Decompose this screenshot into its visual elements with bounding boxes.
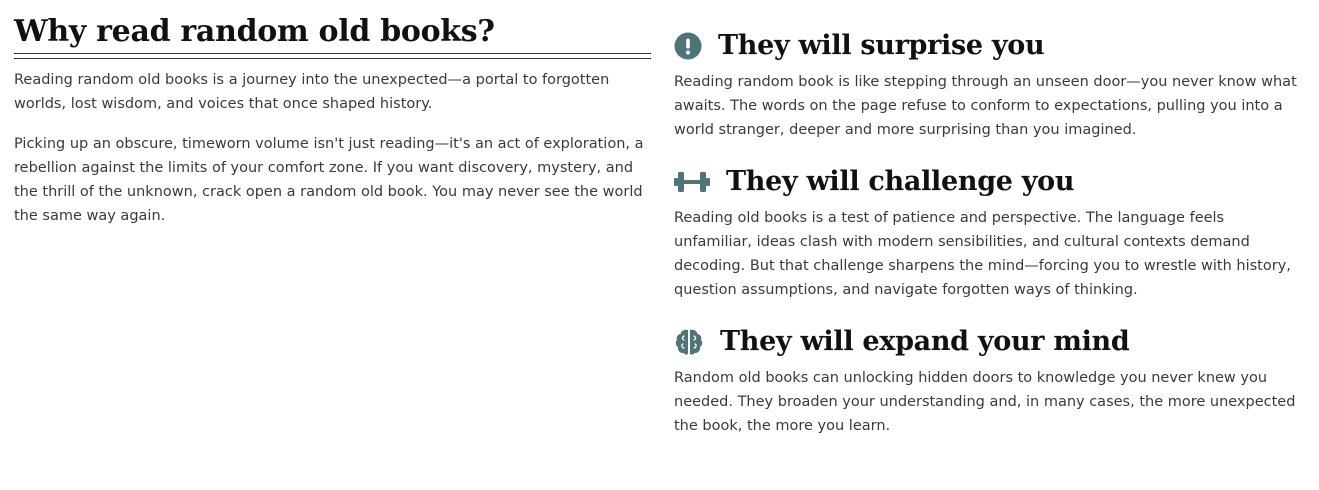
intro-paragraph-1: Reading random old books is a journey in… <box>14 72 610 112</box>
reason-surprise: They will surprise you Reading random bo… <box>674 28 1304 142</box>
reason-surprise-heading: They will surprise you <box>674 28 1304 64</box>
reason-expand-heading: They will expand your mind <box>674 324 1304 360</box>
reason-challenge-text: Reading old books is a test of patience … <box>674 210 1291 298</box>
reason-challenge-title: They will challenge you <box>726 166 1075 197</box>
reason-expand: They will expand your mind Random old bo… <box>674 324 1304 438</box>
brain-icon <box>674 327 704 357</box>
intro-paragraph-2: Picking up an obscure, timeworn volume i… <box>14 136 644 224</box>
title-double-rule <box>14 53 651 59</box>
reason-surprise-title: They will surprise you <box>718 30 1045 61</box>
reasons-list: They will surprise you Reading random bo… <box>674 28 1304 460</box>
reason-challenge: They will challenge you Reading old book… <box>674 164 1304 302</box>
exclamation-circle-icon <box>674 32 702 60</box>
intro-section: Why read random old books? Reading rando… <box>14 14 651 228</box>
page-title: Why read random old books? <box>14 14 495 49</box>
reason-expand-text: Random old books can unlocking hidden do… <box>674 370 1296 434</box>
reason-expand-title: They will expand your mind <box>720 326 1130 357</box>
reason-surprise-text: Reading random book is like stepping thr… <box>674 74 1297 138</box>
reason-challenge-heading: They will challenge you <box>674 164 1304 200</box>
dumbbell-icon <box>674 168 710 196</box>
